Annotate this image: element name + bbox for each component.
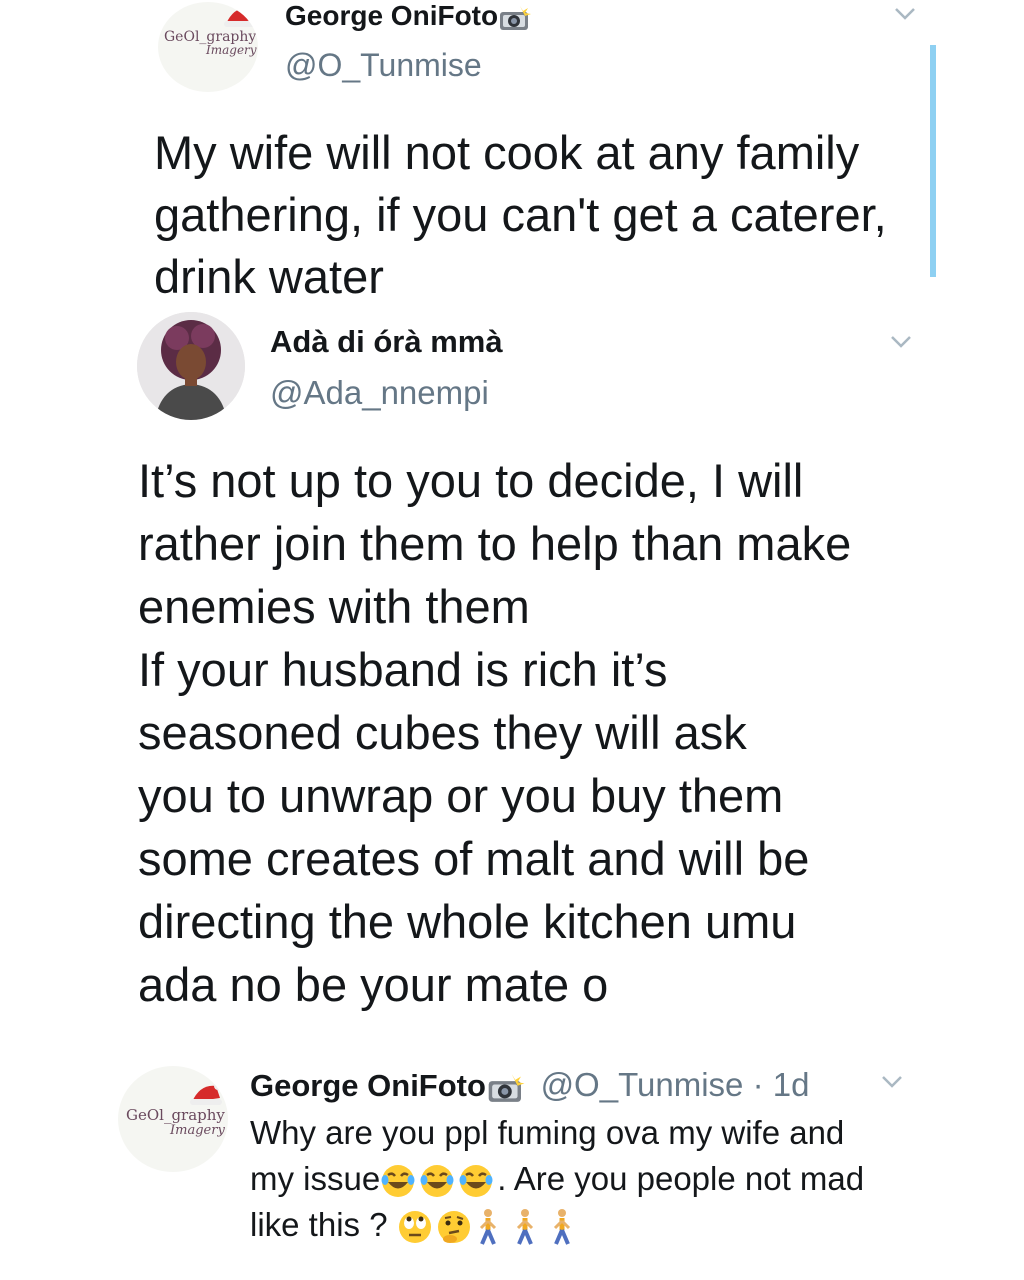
tweet-header: George OniFoto @O_Tunmise · 1d — [250, 1066, 809, 1105]
author-name[interactable]: George OniFoto — [285, 0, 532, 32]
logo-text-top: GeOl_graphy — [164, 29, 257, 45]
tweet-text: My wife will not cook at any family gath… — [154, 126, 887, 303]
author-handle[interactable]: @O_Tunmise — [285, 46, 482, 84]
eye-roll-emoji-icon — [398, 1211, 431, 1244]
santa-hat-icon — [224, 4, 256, 27]
author-handle-time[interactable]: @O_Tunmise · 1d — [541, 1066, 810, 1103]
walking-person-emoji-icon — [553, 1209, 570, 1246]
tweet-text-line: my issue. Are you people not mad — [250, 1156, 864, 1202]
camera-flash-icon — [488, 1073, 525, 1102]
author-name[interactable]: Adà di órà mmà — [270, 324, 503, 360]
author-handle[interactable]: @Ada_nnempi — [270, 373, 489, 413]
camera-flash-icon — [500, 5, 532, 30]
avatar-logo[interactable]: GeOl_graphy Imagery — [118, 1066, 228, 1172]
chevron-down-icon[interactable] — [893, 6, 917, 22]
walking-person-emoji-icon — [479, 1209, 496, 1246]
thread-line — [930, 45, 936, 277]
logo-text-bottom: Imagery — [206, 43, 257, 57]
avatar-logo[interactable]: GeOl_graphy Imagery — [158, 2, 258, 92]
tweet-text-line: like this ? — [250, 1202, 864, 1248]
logo-text-top: GeOl_graphy — [126, 1106, 225, 1124]
tweet-text: Why are you ppl fuming ova my wife and m… — [250, 1110, 864, 1248]
tears-of-joy-emoji-icon — [381, 1165, 415, 1198]
chevron-down-icon[interactable] — [889, 334, 913, 350]
avatar[interactable] — [137, 312, 245, 420]
santa-hat-icon — [190, 1082, 222, 1105]
logo-text-bottom: Imagery — [170, 1123, 225, 1138]
tweet-text: It’s not up to you to decide, I will rat… — [138, 454, 852, 1011]
chevron-down-icon[interactable] — [880, 1074, 904, 1090]
tears-of-joy-emoji-icon — [459, 1165, 493, 1198]
tears-of-joy-emoji-icon — [420, 1165, 454, 1198]
walking-person-emoji-icon — [516, 1209, 533, 1246]
tweet-text-line: Why are you ppl fuming ova my wife and — [250, 1114, 845, 1151]
thinking-emoji-icon — [437, 1211, 470, 1244]
profile-photo-icon — [137, 312, 245, 420]
author-name[interactable]: George OniFoto — [250, 1068, 486, 1103]
